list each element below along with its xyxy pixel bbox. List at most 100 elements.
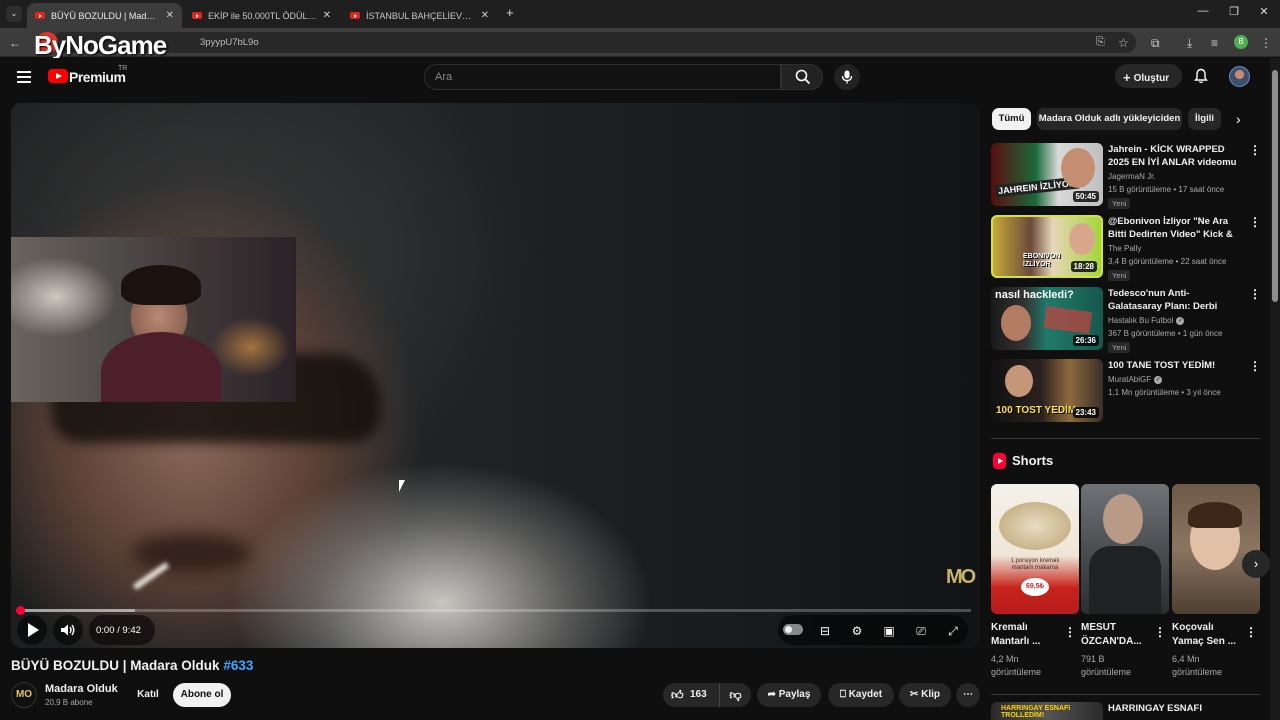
play-button[interactable] [17, 615, 47, 645]
url-field[interactable]: 3pyypU7bL9o [52, 32, 1136, 53]
minimize-icon[interactable]: — [1193, 5, 1213, 17]
recommended-video[interactable]: EBONIVON İZLİYOR 18:28 @Ebonivon İzliyor… [991, 215, 1261, 281]
subscribe-button[interactable]: Abone ol [173, 683, 231, 707]
more-options-icon[interactable]: ⋮ [1064, 625, 1076, 639]
video-frame-detail [131, 533, 251, 573]
channel-name[interactable]: MuratAbiGF ✓ [1108, 375, 1163, 384]
video-title[interactable]: HARRINGAY ESNAFI [1108, 703, 1202, 714]
fullscreen-icon[interactable]: ⤢ [945, 624, 961, 639]
video-meta: 367 B görüntüleme • 1 gün önce [1108, 329, 1223, 338]
shorts-next-button[interactable]: › [1242, 550, 1270, 578]
close-tab-icon[interactable]: ✕ [166, 10, 174, 21]
like-button[interactable]: 👍︎ 163 [663, 683, 715, 707]
youtube-premium-brand[interactable]: Premium [69, 69, 126, 85]
browser-tab-1[interactable]: BÜYÜ BOZULDU | Madara Olduk ✕ [27, 3, 182, 28]
search-input[interactable]: Ara [424, 64, 781, 90]
miniplayer-icon[interactable]: ▣ [881, 624, 897, 638]
short-thumbnail[interactable] [1172, 484, 1260, 614]
install-app-icon[interactable]: ⎘ [1096, 36, 1105, 49]
autoplay-toggle[interactable] [783, 624, 803, 635]
more-actions-button[interactable]: ⋯ [956, 683, 980, 707]
scrollbar-thumb[interactable] [1272, 70, 1278, 302]
short-title[interactable]: MESUT ÖZCAN'DA... [1081, 621, 1151, 649]
new-tab-icon[interactable]: + [506, 5, 514, 20]
extensions-icon[interactable]: ⧉ [1151, 36, 1160, 51]
browser-profile-avatar[interactable]: B [1234, 35, 1248, 49]
channel-name[interactable]: Hastalık Bu Futbol ✓ [1108, 316, 1185, 325]
progress-scrubber[interactable] [16, 606, 25, 615]
video-thumbnail[interactable]: nasıl hackledi? 26:36 [991, 287, 1103, 350]
filter-chip-related[interactable]: İlgili [1188, 108, 1221, 130]
dislike-button[interactable]: 👎︎ [719, 683, 751, 707]
voice-search-button[interactable] [834, 64, 860, 90]
recommended-video[interactable]: JAHREIN İZLİYOR 50:45 Jahrein - KİCK WRA… [991, 143, 1261, 209]
video-title[interactable]: Jahrein - KİCK WRAPPED 2025 EN İYİ ANLAR… [1108, 143, 1242, 169]
channel-name[interactable]: The Pally [1108, 244, 1141, 253]
settings-gear-icon[interactable]: ⚙ [849, 624, 865, 638]
recommended-video[interactable]: nasıl hackledi? 26:36 Tedesco'nun Anti-G… [991, 287, 1261, 353]
youtube-logo-icon[interactable] [48, 69, 68, 83]
notifications-bell-icon[interactable] [1193, 68, 1209, 84]
close-tab-icon[interactable]: ✕ [481, 10, 489, 21]
youtube-favicon-icon [350, 12, 360, 19]
clip-button[interactable]: ✂ Klip [899, 683, 951, 707]
video-title[interactable]: Tedesco'nun Anti-Galatasaray Planı: Derb… [1108, 287, 1242, 313]
chevron-right-icon[interactable]: › [1236, 111, 1241, 127]
video-thumbnail[interactable]: JAHREIN İZLİYOR 50:45 [991, 143, 1103, 206]
page-scrollbar[interactable] [1270, 58, 1280, 720]
back-icon[interactable]: ← [9, 36, 21, 50]
microphone-icon [841, 70, 853, 84]
youtube-header: Premium TR Ara + Oluştur [0, 58, 1270, 98]
restore-icon[interactable]: ❐ [1224, 5, 1244, 18]
share-label: Paylaş [778, 689, 811, 700]
short-title[interactable]: Koçovalı Yamaç Sen ... [1172, 621, 1242, 649]
channel-watermark[interactable]: MO [946, 566, 976, 589]
browser-tab-3[interactable]: İSTANBUL BAHÇELİEVLER'DE BİR ✕ [342, 3, 497, 28]
hamburger-menu-icon[interactable] [17, 71, 31, 86]
browser-tab-2[interactable]: EKİP ile 50.000TL ÖDÜLLÜ MMA ✕ [184, 3, 339, 28]
download-icon[interactable]: ⤓ [1187, 36, 1192, 51]
subtitles-icon[interactable]: ⊟ [817, 624, 833, 638]
close-window-icon[interactable]: ✕ [1254, 5, 1274, 18]
more-options-icon[interactable]: ⋮ [1249, 143, 1261, 157]
cast-icon[interactable]: ⎚ [913, 624, 929, 639]
shorts-heading: Shorts [1012, 453, 1054, 468]
more-options-icon[interactable]: ⋮ [1154, 625, 1166, 639]
video-thumbnail[interactable]: EBONIVON İZLİYOR 18:28 [991, 215, 1103, 278]
bookmark-star-icon[interactable]: ☆ [1118, 36, 1129, 50]
more-options-icon[interactable]: ⋮ [1249, 359, 1261, 373]
short-views: 6,4 Mn görüntüleme [1172, 654, 1223, 677]
progress-bar[interactable] [20, 609, 971, 612]
create-button[interactable]: + Oluştur [1115, 64, 1182, 88]
more-options-icon[interactable]: ⋮ [1249, 215, 1261, 229]
video-thumbnail[interactable]: 100 TOST YEDİM 23:43 [991, 359, 1103, 422]
channel-name[interactable]: Madara Olduk [45, 683, 118, 695]
user-avatar[interactable] [1229, 66, 1250, 87]
media-control-icon[interactable]: ≡ [1211, 36, 1218, 50]
close-tab-icon[interactable]: ✕ [323, 10, 331, 21]
save-button[interactable]: ⎕ Kaydet [828, 683, 894, 707]
more-options-icon[interactable]: ⋮ [1249, 287, 1261, 301]
video-title[interactable]: 100 TANE TOST YEDİM! [1108, 359, 1242, 372]
more-options-icon[interactable]: ⋮ [1245, 625, 1257, 639]
tab-search-button[interactable]: ⌄ [6, 6, 22, 22]
short-thumbnail[interactable] [1081, 484, 1169, 614]
short-title[interactable]: Kremalı Mantarlı ... [991, 621, 1061, 649]
join-button[interactable]: Katıl [129, 683, 167, 707]
video-hashtag[interactable]: #633 [223, 658, 253, 673]
filter-chip-from-uploader[interactable]: Madara Olduk adlı yükleyiciden [1037, 108, 1182, 130]
channel-name[interactable]: JagermaN Jr. [1108, 172, 1156, 181]
search-button[interactable] [781, 64, 823, 90]
filter-chip-all[interactable]: Tümü [992, 108, 1031, 130]
recommended-video[interactable]: 100 TOST YEDİM 23:43 100 TANE TOST YEDİM… [991, 359, 1261, 423]
overlay-watermark: ByNoGame [34, 30, 167, 60]
video-title[interactable]: @Ebonivon İzliyor "Ne Ara Bitti Dedirten… [1108, 215, 1242, 241]
short-thumbnail[interactable]: 1 porsiyon kremalı mantarlı makarna 69,5… [991, 484, 1079, 614]
share-button[interactable]: ➦ Paylaş [757, 683, 821, 707]
player-controls-right [778, 615, 968, 645]
browser-menu-icon[interactable]: ⋮ [1260, 36, 1272, 50]
volume-button[interactable] [53, 615, 83, 645]
channel-avatar[interactable]: MO [11, 682, 37, 708]
video-player[interactable]: MO 0:00 / 9:42 ⊟ ⚙ ▣ ⎚ ⤢ [11, 103, 980, 648]
video-thumbnail[interactable]: HARRINGAY ESNAFI TROLLEDİM! [991, 702, 1103, 720]
